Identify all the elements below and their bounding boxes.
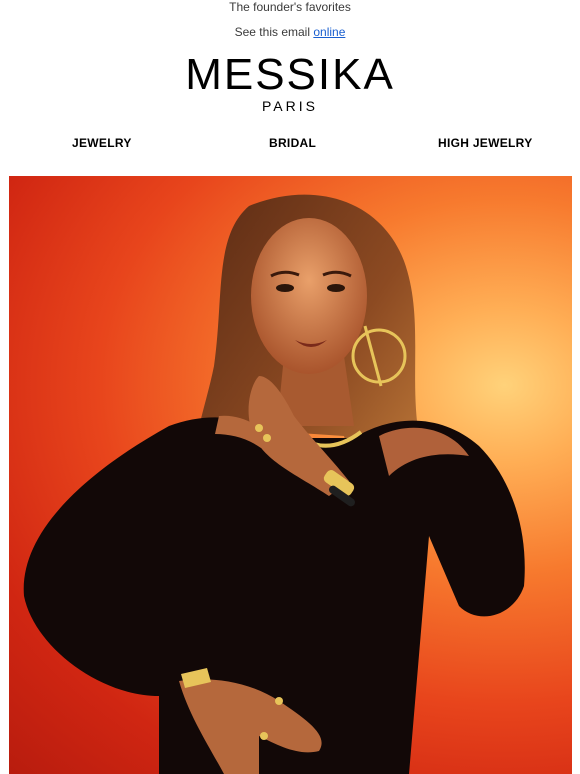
brand-city: PARIS <box>262 98 318 114</box>
brand-name: MESSIKA <box>185 50 395 99</box>
preheader-text: The founder's favorites <box>229 0 351 14</box>
nav-item-high-jewelry[interactable]: HIGH JEWELRY <box>438 136 533 150</box>
view-online-link[interactable]: online <box>313 25 345 39</box>
face-shape <box>251 218 367 374</box>
nav-item-jewelry[interactable]: JEWELRY <box>72 136 132 150</box>
nav-item-bridal[interactable]: BRIDAL <box>269 136 316 150</box>
main-nav: JEWELRY BRIDAL HIGH JEWELRY <box>0 136 580 154</box>
view-online-prefix: See this email <box>234 25 310 39</box>
brand-logo[interactable]: MESSIKA PARIS <box>0 50 580 115</box>
view-online-line: See this email online <box>0 25 580 39</box>
hero-illustration <box>23 194 525 774</box>
preheader: The founder's favorites <box>0 0 580 14</box>
hero-image[interactable] <box>9 176 572 774</box>
